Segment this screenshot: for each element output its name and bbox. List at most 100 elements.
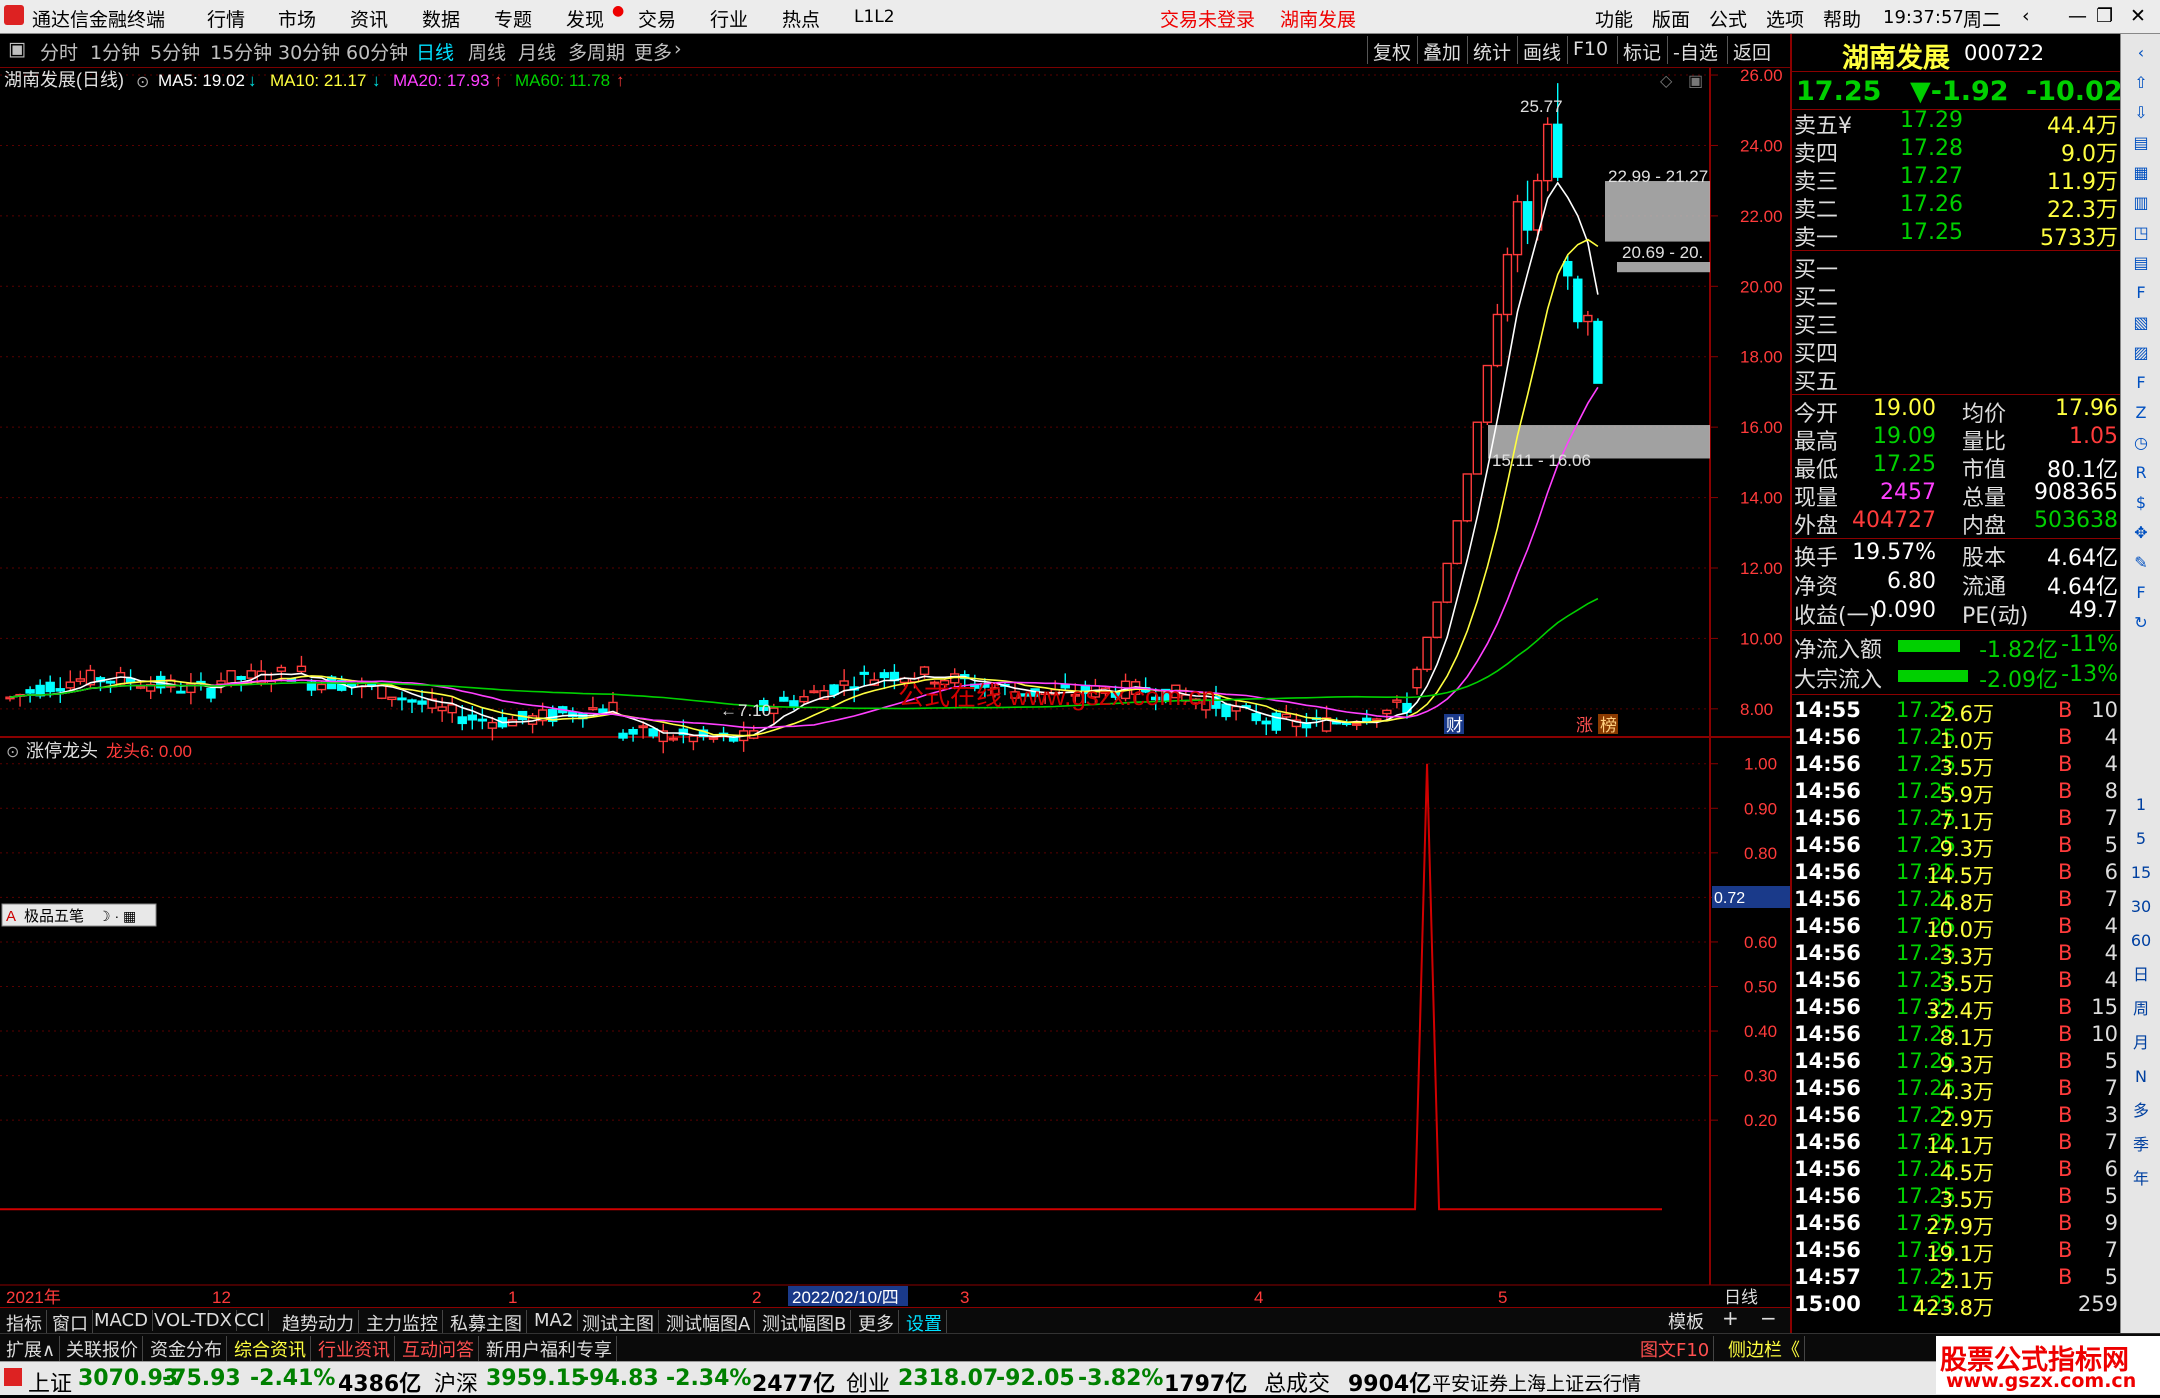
menu-item-shichang[interactable]: 市场 <box>278 5 316 32</box>
close-icon[interactable]: ✕ <box>2130 5 2146 27</box>
menu-item-hangye[interactable]: 行业 <box>710 5 748 32</box>
zhang-marker[interactable]: 涨 <box>1576 716 1593 735</box>
bang-marker[interactable]: 榜 <box>1600 716 1617 735</box>
indicator-tab-3[interactable]: VOL-TDX <box>150 1310 237 1331</box>
menu-item-gongneng[interactable]: 功能 <box>1595 5 1633 32</box>
ime-moon-icon[interactable]: ☽ · ▦ <box>98 908 136 924</box>
sidebar-period-30[interactable]: 30 <box>2126 894 2156 920</box>
active-stock-tab[interactable]: 湖南发展 <box>1280 5 1356 32</box>
sidebar-period-5[interactable]: 5 <box>2126 826 2156 852</box>
tool-f10[interactable]: F10 <box>1567 36 1613 64</box>
sub-settings-icon[interactable]: ⊙ <box>6 744 19 761</box>
menu-item-gongshi[interactable]: 公式 <box>1709 5 1747 32</box>
info-tab-6[interactable]: 新用户福利专享 <box>482 1336 617 1362</box>
menu-item-shuju[interactable]: 数据 <box>422 5 460 32</box>
chart-close-icon[interactable]: ▣ <box>1688 73 1703 90</box>
bid-row[interactable]: 买二 <box>1792 280 2122 311</box>
period-15min[interactable]: 15分钟 <box>210 38 272 65</box>
sidebar-period-多[interactable]: 多 <box>2126 1098 2156 1124</box>
cai-marker[interactable]: 财 <box>1446 716 1463 735</box>
sidebar-toggle-tab[interactable]: 侧边栏《 <box>1724 1336 1805 1362</box>
index-name[interactable]: 沪深 <box>434 1366 478 1398</box>
sidebar-period-月[interactable]: 月 <box>2126 1030 2156 1056</box>
menu-item-jiaoyi[interactable]: 交易 <box>638 5 676 32</box>
sidebar-period-60[interactable]: 60 <box>2126 928 2156 954</box>
chart-area[interactable]: 26.0024.0022.0020.0018.0016.0014.0012.00… <box>0 68 1790 1307</box>
doc-icon[interactable]: ▨ <box>2126 340 2156 366</box>
info-tab-5[interactable]: 互动问答 <box>398 1336 479 1362</box>
period-multi[interactable]: 多周期 <box>568 38 625 65</box>
sidebar-period-15[interactable]: 15 <box>2126 860 2156 886</box>
ime-label[interactable]: 极品五笔 <box>24 908 84 925</box>
move-icon[interactable]: ✥ <box>2126 520 2156 546</box>
info-tab-2[interactable]: 资金分布 <box>146 1336 227 1362</box>
f10-text-tab[interactable]: 图文F10 <box>1636 1336 1715 1362</box>
chart4-icon[interactable]: ◳ <box>2126 220 2156 246</box>
ask-row[interactable]: 卖二 17.26 22.3万 <box>1792 192 2122 223</box>
period-60min[interactable]: 60分钟 <box>346 38 408 65</box>
template-button[interactable]: 模板 <box>1668 1308 1704 1334</box>
up-icon[interactable]: ⇧ <box>2126 70 2156 96</box>
info-tab-1[interactable]: 关联报价 <box>62 1336 143 1362</box>
period-more[interactable]: 更多 <box>634 38 672 65</box>
ask-row[interactable]: 卖三 17.27 11.9万 <box>1792 164 2122 195</box>
tool-diejia[interactable]: 叠加 <box>1417 36 1466 64</box>
tool-zixuan[interactable]: -自选 <box>1667 36 1723 64</box>
layout-toggle-icon[interactable]: ▣ <box>8 38 26 60</box>
bid-row[interactable]: 买一 <box>1792 252 2122 283</box>
period-fenshi[interactable]: 分时 <box>40 38 78 65</box>
period-30min[interactable]: 30分钟 <box>278 38 340 65</box>
chart-mode-icon[interactable]: ◇ <box>1660 73 1673 90</box>
menu-item-zhuanti[interactable]: 专题 <box>494 5 532 32</box>
index-name[interactable]: 上证 <box>28 1366 72 1398</box>
info-tab-4[interactable]: 行业资讯 <box>314 1336 395 1362</box>
menu-item-zixun[interactable]: 资讯 <box>350 5 388 32</box>
bid-row[interactable]: 买五 <box>1792 364 2122 395</box>
tool-fuquan[interactable]: 复权 <box>1367 36 1416 64</box>
indicator-tab-8[interactable]: MA2 <box>530 1310 579 1331</box>
indicator-tab-4[interactable]: CCI <box>230 1310 270 1331</box>
refresh-icon[interactable]: ↻ <box>2126 610 2156 636</box>
sidebar-period-日[interactable]: 日 <box>2126 962 2156 988</box>
minimize-icon[interactable]: — <box>2068 5 2087 27</box>
zs-icon[interactable]: Z <box>2126 400 2156 426</box>
login-status[interactable]: 交易未登录 <box>1160 5 1255 32</box>
remove-pane-icon[interactable]: − <box>1760 1306 1777 1330</box>
period-5min[interactable]: 5分钟 <box>150 38 200 65</box>
rsi-icon[interactable]: R <box>2126 460 2156 486</box>
tool-biaoji[interactable]: 标记 <box>1617 36 1666 64</box>
tool-fanhui[interactable]: 返回 <box>1727 36 1776 64</box>
pen-icon[interactable]: ✎ <box>2126 550 2156 576</box>
bid-row[interactable]: 买三 <box>1792 308 2122 339</box>
info-tab-0[interactable]: 扩展∧ <box>2 1336 61 1362</box>
period-monthly[interactable]: 月线 <box>518 38 556 65</box>
index-name[interactable]: 创业 <box>846 1366 890 1398</box>
ask-row[interactable]: 卖四 17.28 9.0万 <box>1792 136 2122 167</box>
tool-tongji[interactable]: 统计 <box>1467 36 1516 64</box>
sidebar-period-年[interactable]: 年 <box>2126 1166 2156 1192</box>
ime-a-icon[interactable]: A <box>6 908 16 925</box>
f5-icon[interactable]: F <box>2126 580 2156 606</box>
info-tab-3[interactable]: 综合资讯 <box>230 1336 311 1362</box>
sidebar-period-1[interactable]: 1 <box>2126 792 2156 818</box>
menu-item-faxian[interactable]: 发现 <box>566 5 604 32</box>
list-icon[interactable]: ▤ <box>2126 250 2156 276</box>
fz-icon[interactable]: F <box>2126 370 2156 396</box>
f10-icon[interactable]: F <box>2126 280 2156 306</box>
money-icon[interactable]: $ <box>2126 490 2156 516</box>
ask-row[interactable]: 卖一 17.25 5733万 <box>1792 220 2122 251</box>
collapse-icon[interactable]: ‹ <box>2126 40 2156 66</box>
news-icon[interactable]: ▧ <box>2126 310 2156 336</box>
sidebar-period-季[interactable]: 季 <box>2126 1132 2156 1158</box>
chart1-icon[interactable]: ▤ <box>2126 130 2156 156</box>
ask-row[interactable]: 卖五¥ 17.29 44.4万 <box>1792 108 2122 139</box>
back-arrow-icon[interactable]: ‹ <box>2022 5 2030 27</box>
clock-icon[interactable]: ◷ <box>2126 430 2156 456</box>
down-icon[interactable]: ⇩ <box>2126 100 2156 126</box>
menu-item-bangzhu[interactable]: 帮助 <box>1823 5 1861 32</box>
bid-row[interactable]: 买四 <box>1792 336 2122 367</box>
add-pane-icon[interactable]: + <box>1722 1306 1739 1330</box>
sidebar-period-N[interactable]: N <box>2126 1064 2156 1090</box>
period-weekly[interactable]: 周线 <box>468 38 506 65</box>
menu-item-redian[interactable]: 热点 <box>782 5 820 32</box>
